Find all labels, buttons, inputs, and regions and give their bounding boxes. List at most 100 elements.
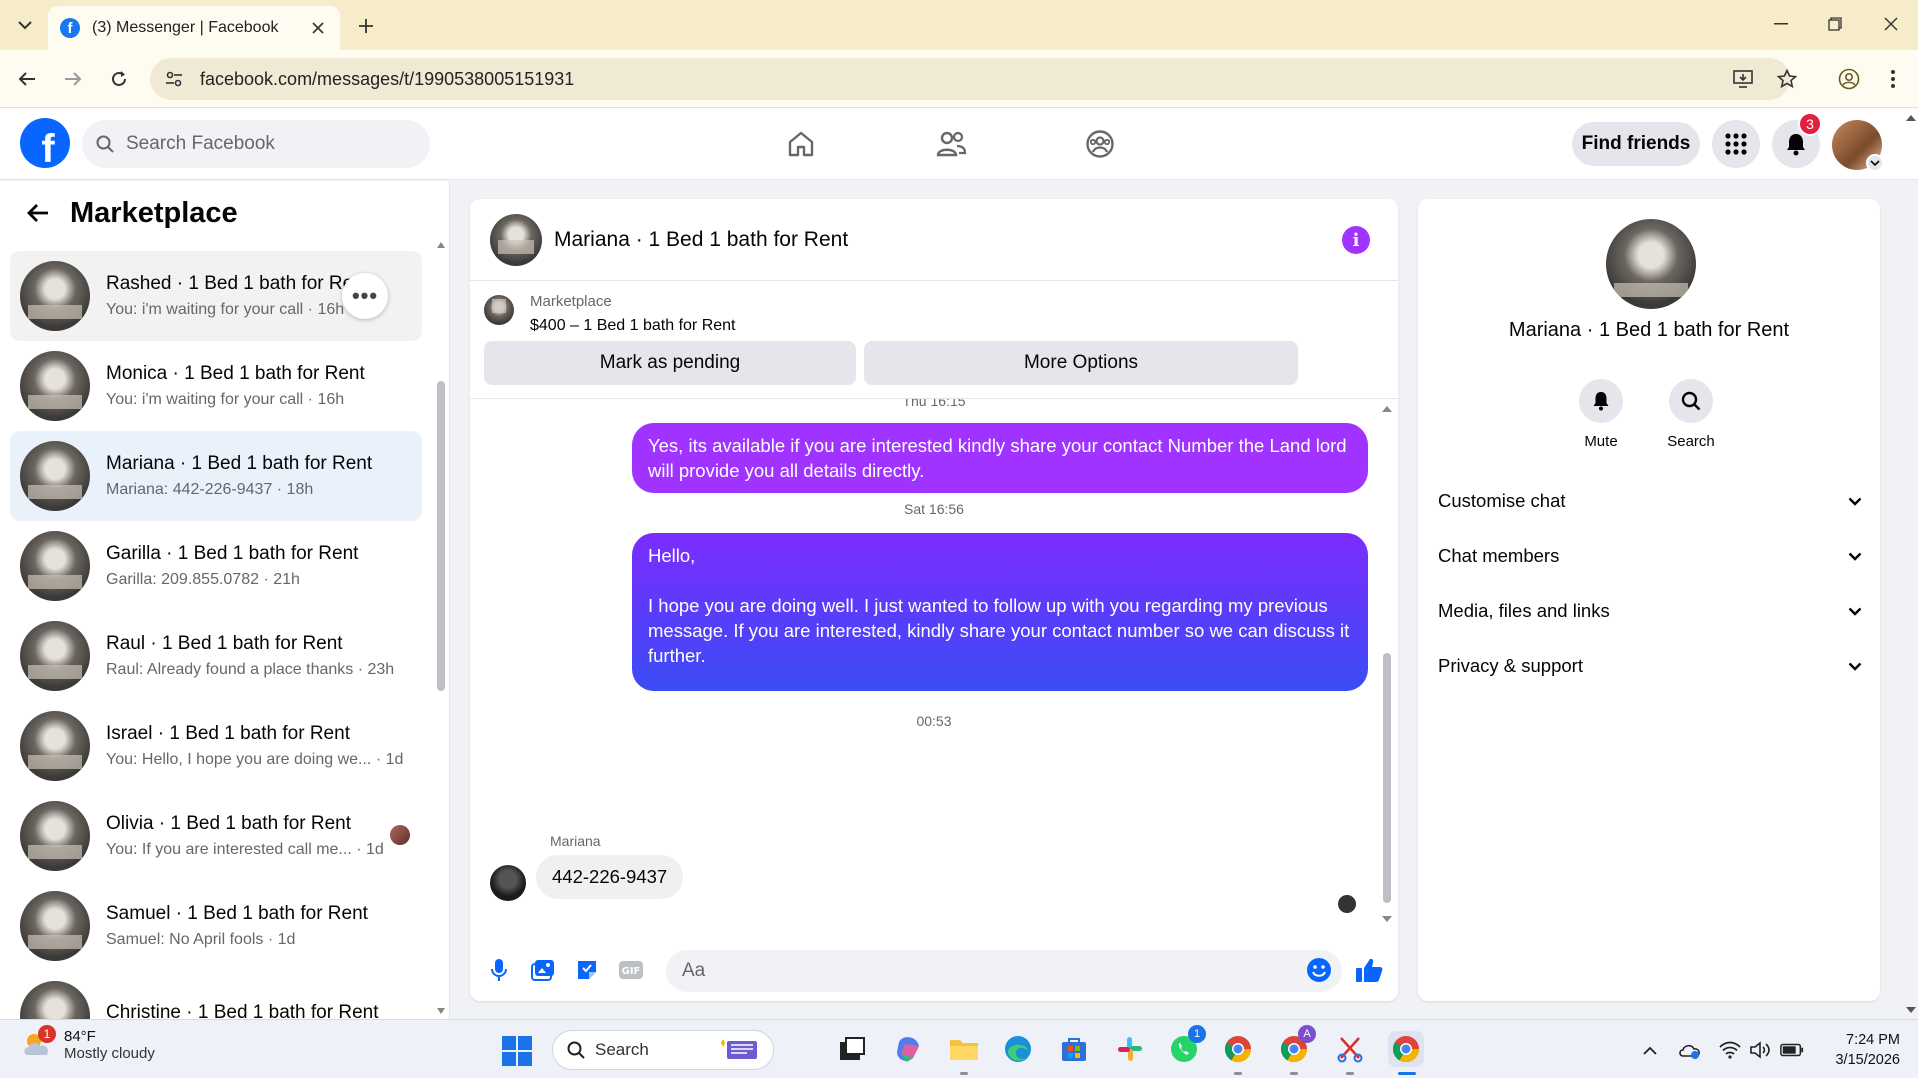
forward-button[interactable] xyxy=(58,64,88,94)
more-options-button[interactable]: More Options xyxy=(864,341,1298,385)
microsoft-365-icon[interactable] xyxy=(890,1031,926,1067)
conversation-item-samuel[interactable]: Samuel · 1 Bed 1 bath for Rent Samuel: No… xyxy=(10,881,422,971)
outgoing-message[interactable]: Hello, I hope you are doing well. I just… xyxy=(632,533,1368,716)
customise-chat-section[interactable]: Customise chat xyxy=(1438,479,1862,523)
onedrive-sync-icon[interactable] xyxy=(1678,1038,1702,1062)
chat-scrollbar-thumb[interactable] xyxy=(1383,653,1391,903)
slack-icon[interactable] xyxy=(1112,1031,1148,1067)
emoji-icon[interactable] xyxy=(1302,953,1336,987)
browser-menu-icon[interactable] xyxy=(1878,64,1908,94)
chevron-down-icon xyxy=(1848,552,1862,561)
home-nav-icon[interactable] xyxy=(779,122,823,166)
search-in-chat-button[interactable]: Search xyxy=(1651,379,1731,450)
message-input[interactable]: Aa xyxy=(666,950,1342,992)
microphone-icon[interactable] xyxy=(482,953,516,987)
conversation-item-israel[interactable]: Israel · 1 Bed 1 bath for Rent You: Hello… xyxy=(10,701,422,791)
conversation-item-rashed[interactable]: Rashed · 1 Bed 1 bath for Rent You: i'm w… xyxy=(10,251,422,341)
snipping-tool-icon[interactable] xyxy=(1332,1031,1368,1075)
sender-avatar[interactable] xyxy=(490,865,526,901)
page-scrollbar[interactable] xyxy=(1904,108,1918,1019)
facebook-logo-icon[interactable]: f xyxy=(20,118,70,168)
taskbar-search[interactable]: Search xyxy=(552,1030,774,1070)
privacy-support-section[interactable]: Privacy & support xyxy=(1438,644,1862,688)
profile-icon[interactable] xyxy=(1834,64,1864,94)
search-placeholder: Search Facebook xyxy=(126,133,275,154)
conversation-item-olivia[interactable]: Olivia · 1 Bed 1 bath for Rent You: If yo… xyxy=(10,791,422,881)
windows-start-button[interactable] xyxy=(502,1036,532,1066)
groups-nav-icon[interactable] xyxy=(1078,122,1122,166)
install-app-icon[interactable] xyxy=(1728,64,1758,94)
friends-nav-icon[interactable] xyxy=(929,122,973,166)
account-avatar[interactable] xyxy=(1832,120,1884,172)
back-button[interactable] xyxy=(12,64,42,94)
chat-members-section[interactable]: Chat members xyxy=(1438,534,1862,578)
conversation-item-christine[interactable]: Christine · 1 Bed 1 bath for Rent xyxy=(10,971,422,1019)
chat-avatar[interactable] xyxy=(490,213,542,266)
browser-toolbar: facebook.com/messages/t/1990538005151931 xyxy=(0,50,1918,108)
message-line xyxy=(648,568,1352,593)
chat-info-panel: Mariana · 1 Bed 1 bath for Rent Mute Sea… xyxy=(1418,199,1880,1001)
listing-price-title[interactable]: $400 – 1 Bed 1 bath for Rent xyxy=(530,317,735,335)
gif-icon[interactable]: GIF xyxy=(614,953,648,987)
system-clock[interactable]: 7:24 PM 3/15/2026 xyxy=(1812,1030,1900,1070)
battery-icon[interactable] xyxy=(1780,1038,1804,1062)
whatsapp-icon[interactable]: 1 xyxy=(1166,1025,1206,1067)
back-arrow-icon[interactable] xyxy=(20,195,56,231)
marketplace-listing-strip: Marketplace $400 – 1 Bed 1 bath for Rent… xyxy=(470,281,1398,399)
section-label: Media, files and links xyxy=(1438,600,1610,621)
new-tab-button[interactable] xyxy=(352,12,380,40)
message-composer: GIF Aa xyxy=(470,939,1398,1001)
task-view-icon[interactable] xyxy=(834,1031,870,1067)
find-friends-button[interactable]: Find friends xyxy=(1572,122,1700,166)
listing-thumbnail[interactable] xyxy=(484,295,514,325)
volume-icon[interactable] xyxy=(1748,1038,1772,1062)
conversation-item-mariana[interactable]: Mariana · 1 Bed 1 bath for Rent Mariana: … xyxy=(10,431,422,521)
microsoft-store-icon[interactable] xyxy=(1056,1031,1092,1067)
photo-icon[interactable] xyxy=(526,953,560,987)
bookmark-star-icon[interactable] xyxy=(1772,64,1802,94)
conversation-preview: You: i'm waiting for your call · 16h xyxy=(106,391,345,408)
like-thumb-icon[interactable] xyxy=(1352,953,1386,987)
chat-info-avatar[interactable] xyxy=(1606,219,1696,309)
conversation-item-garilla[interactable]: Garilla · 1 Bed 1 bath for Rent Garilla: … xyxy=(10,521,422,611)
browser-tab[interactable]: f (3) Messenger | Facebook xyxy=(48,6,340,50)
restore-button[interactable] xyxy=(1810,8,1860,40)
search-highlight-icon xyxy=(721,1039,757,1059)
menu-grid-button[interactable] xyxy=(1712,120,1760,168)
address-bar[interactable]: facebook.com/messages/t/1990538005151931 xyxy=(150,58,1790,100)
incoming-message[interactable]: 442-226-9437 xyxy=(536,855,684,899)
media-files-links-section[interactable]: Media, files and links xyxy=(1438,589,1862,633)
info-icon[interactable]: i xyxy=(1342,226,1370,254)
outgoing-message[interactable]: Yes, its available if you are interested… xyxy=(632,423,1368,493)
edge-browser-icon[interactable] xyxy=(1000,1031,1036,1067)
minimize-button[interactable] xyxy=(1756,8,1806,40)
tab-search-button[interactable] xyxy=(10,10,40,40)
conversation-name: Samuel · 1 Bed 1 bath for Rent xyxy=(106,903,368,924)
file-explorer-icon[interactable] xyxy=(946,1031,982,1075)
sidebar-scrollbar[interactable] xyxy=(436,241,446,1019)
sticker-icon[interactable] xyxy=(570,953,604,987)
tray-chevron-up-icon[interactable] xyxy=(1638,1038,1662,1062)
chrome-icon[interactable] xyxy=(1220,1031,1256,1075)
facebook-search-input[interactable]: Search Facebook xyxy=(82,120,430,168)
mark-as-pending-button[interactable]: Mark as pending xyxy=(484,341,856,385)
chat-panel: Mariana · 1 Bed 1 bath for Rent i Market… xyxy=(470,199,1398,1001)
weather-widget[interactable]: 1 84°F Mostly cloudy xyxy=(20,1025,155,1062)
wifi-icon[interactable] xyxy=(1718,1038,1742,1062)
search-icon xyxy=(1681,391,1701,411)
site-info-icon[interactable] xyxy=(158,63,190,95)
chrome-profile-a-icon[interactable]: A xyxy=(1276,1025,1316,1075)
tab-close-icon[interactable] xyxy=(308,18,328,38)
reload-button[interactable] xyxy=(104,64,134,94)
close-window-button[interactable] xyxy=(1866,8,1916,40)
mute-button[interactable]: Mute xyxy=(1561,379,1641,450)
chat-scrollbar[interactable] xyxy=(1380,405,1394,923)
sidebar-scrollbar-thumb[interactable] xyxy=(437,381,445,691)
conversation-item-raul[interactable]: Raul · 1 Bed 1 bath for Rent Raul: Alread… xyxy=(10,611,422,701)
grid-icon xyxy=(1725,133,1747,155)
chrome-active-icon[interactable] xyxy=(1388,1031,1424,1075)
conversation-options-button[interactable]: ••• xyxy=(342,273,388,319)
conversation-preview: You: If you are interested call me... · … xyxy=(106,841,384,858)
conversation-item-monica[interactable]: Monica · 1 Bed 1 bath for Rent You: i'm w… xyxy=(10,341,422,431)
chat-title[interactable]: Mariana · 1 Bed 1 bath for Rent xyxy=(554,228,848,252)
